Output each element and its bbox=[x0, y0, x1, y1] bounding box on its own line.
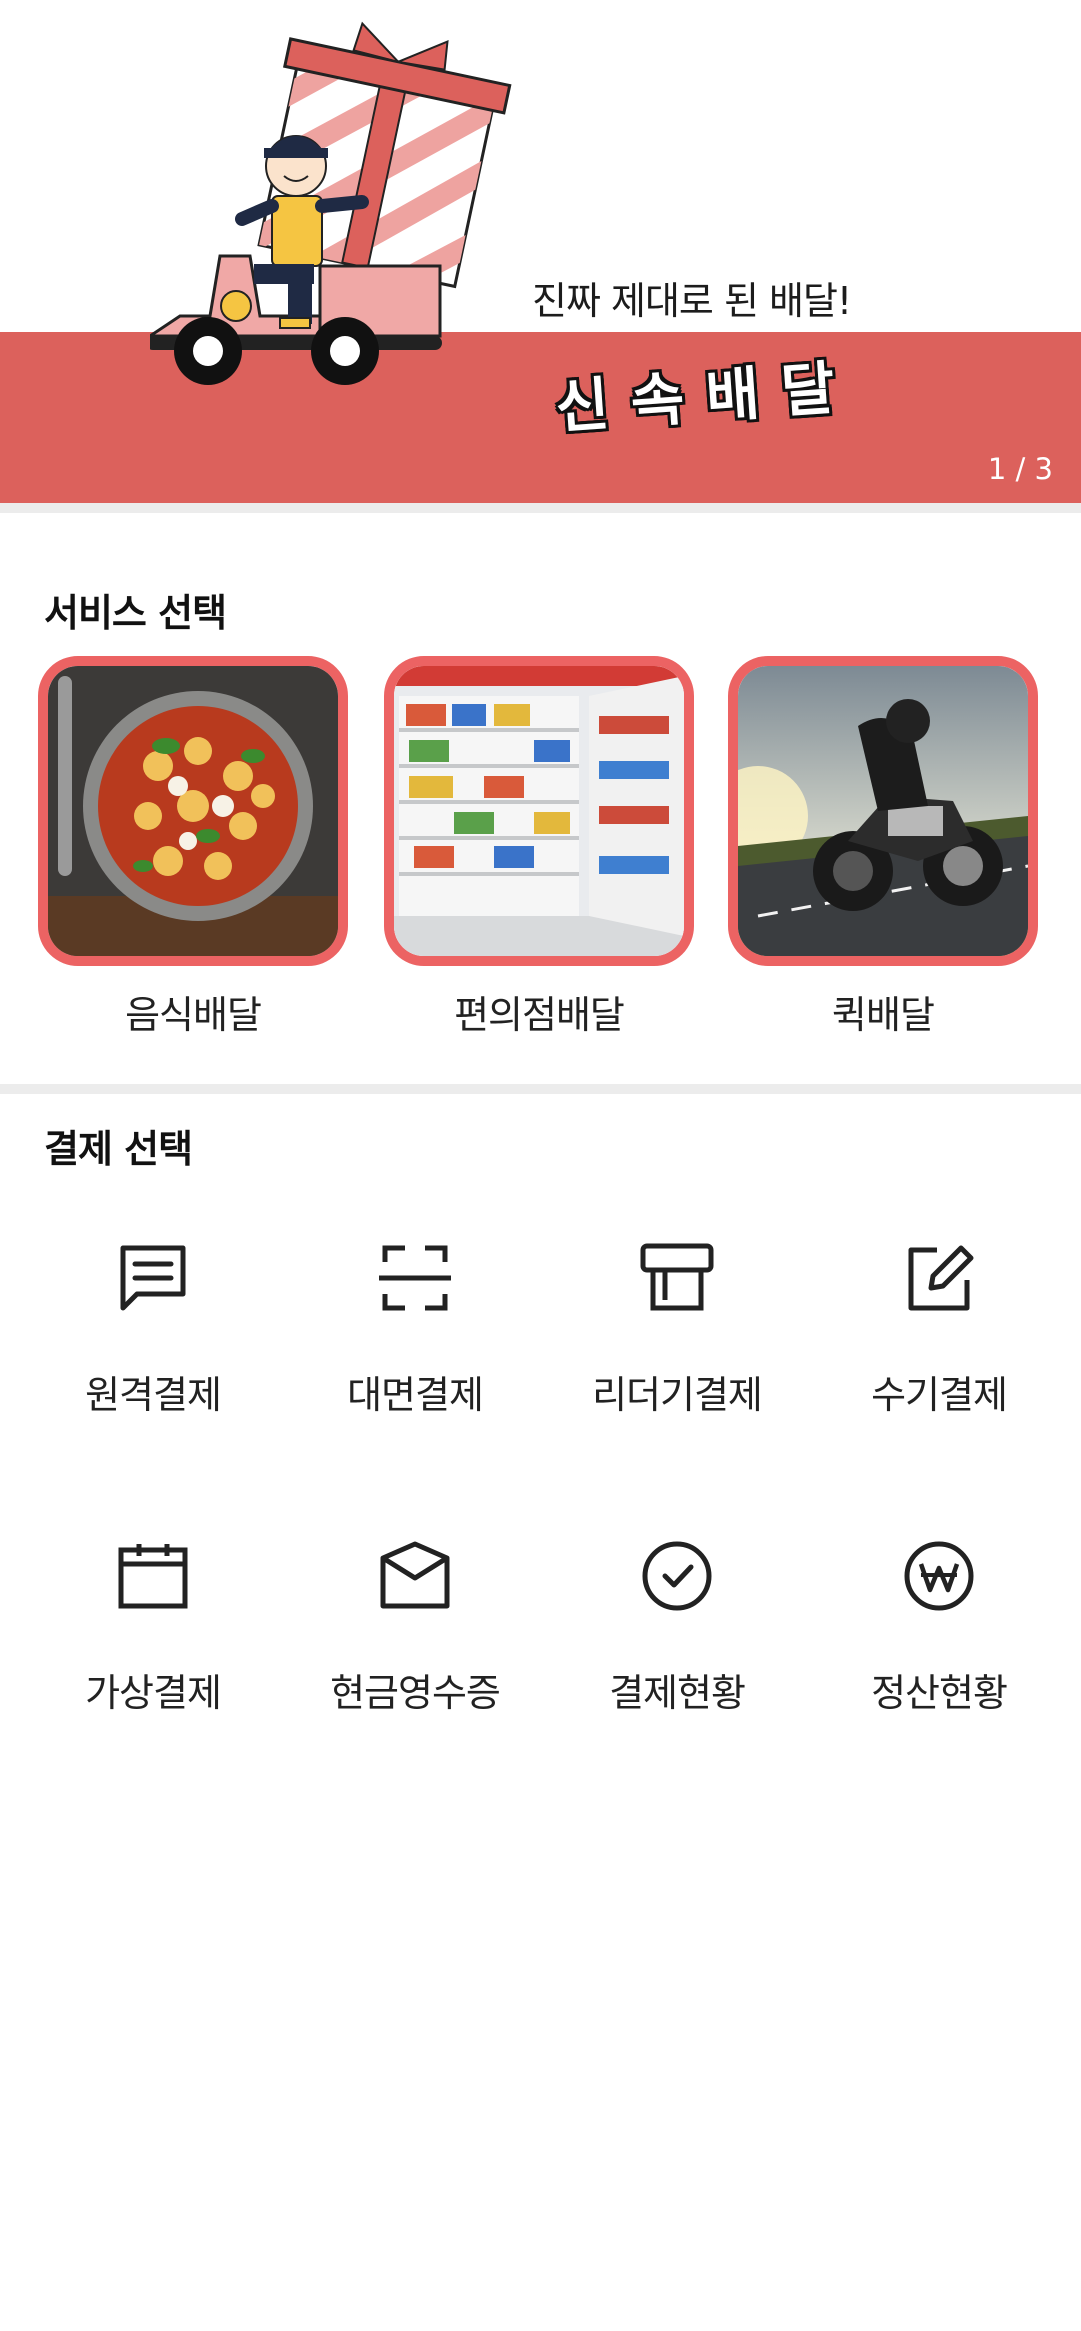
service-section-title: 서비스 선택 bbox=[44, 591, 227, 635]
section-divider bbox=[0, 1084, 1081, 1094]
payment-remote-button[interactable]: 원격결제 bbox=[22, 1240, 284, 1440]
service-food-delivery[interactable]: 음식배달 bbox=[38, 656, 348, 1039]
payment-label: 리더기결제 bbox=[592, 1373, 763, 1417]
banner-tagline: 진짜 제대로 된 배달! bbox=[532, 279, 852, 323]
banner-divider bbox=[0, 503, 1081, 513]
won-circle-icon bbox=[904, 1541, 974, 1611]
payment-label: 정산현황 bbox=[871, 1671, 1008, 1715]
check-circle-icon bbox=[642, 1541, 712, 1611]
card-reader-icon bbox=[640, 1243, 714, 1311]
payment-label: 현금영수증 bbox=[330, 1671, 501, 1715]
payment-label: 결제현황 bbox=[609, 1671, 746, 1715]
convenience-store-image bbox=[384, 656, 694, 966]
motorcycle-image bbox=[728, 656, 1038, 966]
payment-status-button[interactable]: 결제현황 bbox=[546, 1538, 808, 1738]
message-icon bbox=[120, 1245, 186, 1311]
edit-icon bbox=[908, 1245, 974, 1311]
promo-banner[interactable]: 진짜 제대로 된 배달! 신속배달 1 / 3 bbox=[0, 0, 1081, 503]
service-label: 편의점배달 bbox=[454, 993, 625, 1037]
payment-label: 대면결제 bbox=[347, 1373, 484, 1417]
service-quick-delivery[interactable]: 퀵배달 bbox=[728, 656, 1038, 1039]
payment-cash-receipt-button[interactable]: 현금영수증 bbox=[284, 1538, 546, 1738]
payment-label: 수기결제 bbox=[871, 1373, 1008, 1417]
payment-label: 원격결제 bbox=[85, 1373, 222, 1417]
scan-icon bbox=[379, 1245, 451, 1311]
service-label: 음식배달 bbox=[125, 993, 262, 1037]
payment-manual-button[interactable]: 수기결제 bbox=[808, 1240, 1070, 1440]
service-convenience-delivery[interactable]: 편의점배달 bbox=[384, 656, 694, 1039]
delivery-scooter-illustration bbox=[150, 21, 512, 385]
envelope-icon bbox=[380, 1541, 450, 1609]
payment-settlement-button[interactable]: 정산현황 bbox=[808, 1538, 1070, 1738]
food-image bbox=[38, 656, 348, 966]
payment-virtual-button[interactable]: 가상결제 bbox=[22, 1538, 284, 1738]
banner-page-indicator: 1 / 3 bbox=[987, 452, 1053, 486]
payment-section-title: 결제 선택 bbox=[44, 1127, 193, 1171]
payment-label: 가상결제 bbox=[85, 1671, 222, 1715]
payment-face-to-face-button[interactable]: 대면결제 bbox=[284, 1240, 546, 1440]
calendar-icon bbox=[118, 1544, 188, 1609]
service-label: 퀵배달 bbox=[832, 993, 935, 1037]
payment-reader-button[interactable]: 리더기결제 bbox=[546, 1240, 808, 1440]
